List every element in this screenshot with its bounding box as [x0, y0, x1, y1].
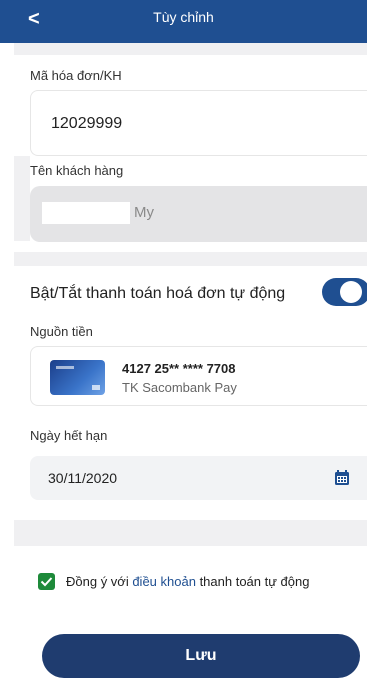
invoice-value: 12029999 [51, 115, 123, 132]
section-divider [14, 520, 367, 546]
card-icon [50, 360, 105, 395]
app-header: < Tùy chỉnh [0, 0, 367, 43]
consent-text: Đồng ý với điều khoản thanh toán tự động [66, 574, 309, 589]
customer-field: My [30, 186, 367, 242]
customer-value: My [134, 204, 154, 221]
card-number: 4127 25** **** 7708 [122, 361, 236, 376]
autopay-toggle[interactable] [322, 278, 367, 306]
section-divider [14, 156, 30, 241]
consent-prefix: Đồng ý với [66, 574, 133, 589]
expiry-field[interactable]: 30/11/2020 [30, 456, 367, 500]
card-name: TK Sacombank Pay [122, 380, 237, 395]
terms-link[interactable]: điều khoản [132, 574, 196, 589]
customer-label: Tên khách hàng [30, 163, 124, 178]
consent-suffix: thanh toán tự động [195, 574, 310, 589]
page-title: Tùy chỉnh [153, 9, 214, 25]
invoice-field[interactable]: 12029999 [30, 90, 367, 156]
expiry-label: Ngày hết hạn [30, 428, 108, 443]
invoice-label: Mã hóa đơn/KH [30, 68, 122, 83]
consent-checkbox[interactable] [38, 573, 55, 590]
calendar-icon[interactable] [334, 470, 350, 486]
autopay-label: Bật/Tắt thanh toán hoá đơn tự động [30, 285, 286, 302]
redacted-mask [42, 202, 130, 224]
toggle-knob [340, 281, 362, 303]
check-icon [40, 577, 53, 587]
section-divider [14, 43, 367, 55]
section-divider [14, 252, 367, 266]
expiry-value: 30/11/2020 [48, 470, 118, 486]
save-button[interactable]: Lưu [42, 634, 360, 678]
source-label: Nguồn tiền [30, 324, 93, 339]
